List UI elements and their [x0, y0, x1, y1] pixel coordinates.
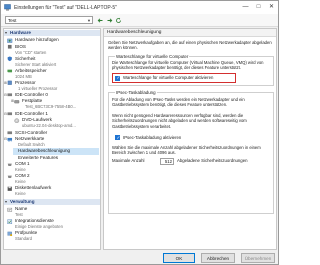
chip-icon — [7, 44, 12, 49]
management-section-header[interactable]: ▾ Verwaltung — [4, 199, 100, 205]
name-tag-icon — [7, 207, 13, 212]
maximize-button[interactable]: □ — [252, 1, 265, 14]
toolbar: Test ▼ — [1, 14, 278, 27]
refresh-icon[interactable] — [115, 17, 122, 24]
chevron-down-icon: ▾ — [5, 199, 8, 204]
serial-port-icon — [7, 175, 12, 178]
forward-arrow-icon[interactable] — [106, 17, 113, 24]
minimize-button[interactable]: — — [239, 1, 252, 14]
ipsec-checkbox[interactable] — [115, 135, 120, 141]
controller-icon — [7, 93, 13, 97]
cancel-button[interactable]: Abbrechen — [201, 253, 235, 263]
max-count-label: Maximale Anzahl — [112, 158, 145, 163]
checkpoint-icon — [7, 231, 13, 236]
add-hardware-icon — [7, 38, 13, 43]
back-arrow-icon[interactable] — [97, 17, 104, 24]
apply-button[interactable]: Übernehmen — [241, 253, 275, 263]
ipsec-group-title: IPsec-Taskabladung — [115, 90, 157, 95]
settings-window: Einstellungen für "Test" auf "DELL-LAPTO… — [0, 0, 279, 265]
sidebar-item-sub: Keine — [15, 191, 26, 196]
vm-selector[interactable]: Test ▼ — [5, 16, 93, 24]
ipsec-description-2: Wenn nicht genügend Hardwareressourcen v… — [112, 113, 247, 129]
title-bar: Einstellungen für "Test" auf "DELL-LAPTO… — [1, 1, 278, 14]
hard-disk-icon — [14, 99, 20, 103]
sidebar-item-sub: Standard — [15, 236, 32, 241]
vmq-group-title: Warteschlange für virtuelle Computer — [115, 54, 190, 59]
max-count-input[interactable]: 512 — [160, 157, 174, 165]
dvd-drive-icon — [14, 117, 20, 123]
serial-port-icon — [7, 163, 12, 166]
controller-icon — [7, 112, 13, 116]
ipsec-checkbox-label[interactable]: IPsec-Taskabladung aktivieren — [123, 135, 181, 140]
chevron-down-icon: ▾ — [5, 30, 8, 35]
hardware-section-header[interactable]: ▾ Hardware — [4, 30, 100, 36]
network-adapter-icon — [7, 137, 13, 142]
controller-icon — [7, 131, 13, 135]
ok-button[interactable]: OK — [163, 253, 195, 263]
settings-tree: ▾ Hardware Hardware hinzufügen BIOS Von … — [3, 28, 101, 250]
hyperv-vm-icon — [4, 4, 11, 11]
close-button[interactable]: ✕ — [265, 1, 278, 14]
max-count-suffix: Abgeladene Sicherheitszuordnungen — [177, 158, 248, 163]
chevron-down-icon: ▼ — [87, 18, 91, 23]
floppy-disk-icon — [7, 186, 12, 191]
integration-services-icon — [7, 218, 13, 224]
intro-text: Geben Sie Netzwerkaufgaben an, die auf e… — [108, 40, 272, 51]
vmq-description: Die Warteschlange für virtuelle Computer… — [112, 60, 264, 71]
ipsec-description-3: Wählen Sie die maximale Anzahl abgeladen… — [112, 145, 261, 156]
settings-pane: Hardwarebeschleunigung Geben Sie Netzwer… — [103, 28, 277, 250]
vm-selector-value: Test — [8, 18, 17, 23]
processor-icon — [7, 80, 12, 85]
vmq-checkbox[interactable] — [115, 75, 120, 81]
ipsec-description-1: Für die Abladung von IPsec-Tasks werden … — [112, 97, 245, 108]
shield-icon — [7, 56, 12, 62]
pane-heading: Hardwarebeschleunigung — [104, 29, 276, 37]
memory-icon — [7, 69, 13, 73]
vmq-checkbox-label[interactable]: Warteschlange für virtuelle Computer akt… — [123, 75, 213, 80]
window-title: Einstellungen für "Test" auf "DELL-LAPTO… — [14, 4, 117, 11]
